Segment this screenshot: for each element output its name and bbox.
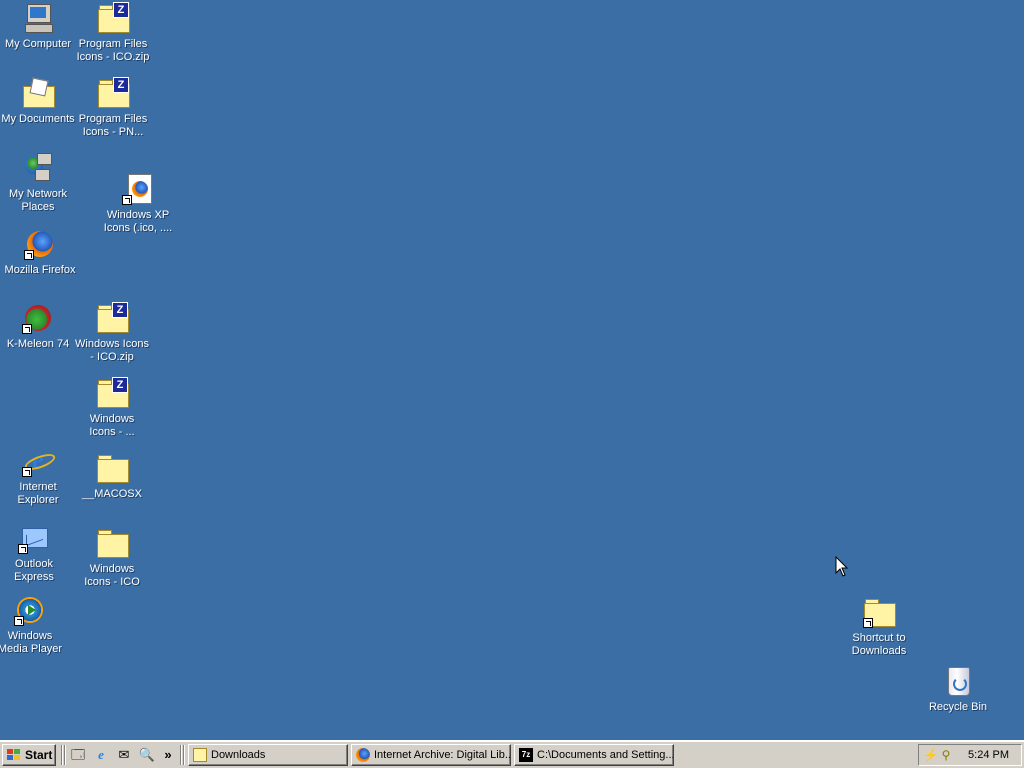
desktop-icon-windows-icons-ico-zip[interactable]: Z Windows Icons - ICO.zip	[74, 302, 150, 364]
desktop-icon-mozilla-firefox[interactable]: Mozilla Firefox	[2, 228, 78, 277]
desktop-icon-program-files-icons-ico-zip[interactable]: Z Program Files Icons - ICO.zip	[75, 2, 151, 64]
documents-icon	[22, 77, 55, 109]
taskbar-separator	[61, 745, 63, 765]
task-label: Internet Archive: Digital Lib...	[374, 749, 511, 761]
zip-folder-icon: Z	[97, 77, 130, 109]
media-player-icon	[14, 594, 46, 626]
taskbar-button-internet-archive[interactable]: Internet Archive: Digital Lib...	[351, 744, 511, 766]
zip-folder-icon: Z	[96, 377, 129, 409]
start-button[interactable]: Start	[2, 744, 56, 766]
start-label: Start	[25, 748, 53, 762]
network-icon	[22, 152, 54, 184]
outlook-icon[interactable]: ✉	[115, 746, 133, 764]
outlook-icon	[18, 522, 50, 554]
icon-label: Outlook Express	[14, 558, 54, 583]
icon-label: Recycle Bin	[928, 701, 988, 713]
taskbar-button-documents-and-settings[interactable]: 7z C:\Documents and Setting...	[514, 744, 674, 766]
shortcut-arrow-icon	[863, 618, 873, 628]
desktop-icon-my-computer[interactable]: My Computer	[0, 2, 76, 51]
icon-label: Shortcut to Downloads	[851, 632, 907, 657]
show-desktop-icon[interactable]: 🗔	[69, 746, 87, 764]
desktop-icon-windows-media-player[interactable]: Windows Media Player	[0, 594, 68, 656]
task-label: C:\Documents and Setting...	[537, 749, 674, 761]
icon-label: Program Files Icons - PN...	[78, 113, 148, 138]
icon-label: My Computer	[4, 38, 72, 50]
taskbar-button-downloads[interactable]: Downloads	[188, 744, 348, 766]
recycle-bin-icon	[942, 665, 974, 697]
taskbar-separator	[183, 745, 185, 765]
system-tray: ⚡ ⚲ 5:24 PM	[918, 744, 1022, 766]
desktop-icon-my-network-places[interactable]: My Network Places	[0, 152, 76, 214]
desktop-icon-outlook-express[interactable]: Outlook Express	[0, 522, 72, 584]
icon-label: My Network Places	[8, 188, 68, 213]
icon-label: K-Meleon 74	[6, 338, 70, 350]
desktop-icon-k-meleon[interactable]: K-Meleon 74	[0, 302, 76, 351]
internet-explorer-icon: e	[22, 445, 54, 477]
clock[interactable]: 5:24 PM	[968, 745, 1009, 765]
icon-label: Windows XP Icons (.ico, ....	[103, 209, 173, 234]
firefox-document-icon	[122, 173, 154, 205]
firefox-icon	[24, 228, 56, 260]
icon-label: Windows Icons - ICO	[84, 563, 140, 588]
desktop-icon-my-documents[interactable]: My Documents	[0, 77, 76, 126]
taskbar: Start 🗔 e ✉ 🔍 » Downloads Internet Archi…	[0, 740, 1024, 768]
7zip-icon: 7z	[519, 748, 533, 762]
icon-label: Windows Icons - ...	[89, 413, 135, 438]
search-tray-icon[interactable]: ⚲	[939, 748, 953, 762]
icon-label: __MACOSX	[82, 488, 142, 500]
icon-label: Internet Explorer	[17, 481, 59, 506]
firefox-icon	[356, 748, 370, 762]
icon-label: Mozilla Firefox	[4, 264, 76, 276]
folder-icon	[96, 527, 129, 559]
taskbar-separator	[64, 745, 66, 765]
desktop-icon-windows-icons[interactable]: Z Windows Icons - ...	[74, 377, 150, 439]
desktop-icon-windows-icons-ico[interactable]: Windows Icons - ICO	[74, 527, 150, 589]
shortcut-arrow-icon	[22, 467, 32, 477]
icon-label: Windows Media Player	[0, 630, 63, 655]
desktop-icon-recycle-bin[interactable]: Recycle Bin	[920, 665, 996, 714]
shortcut-arrow-icon	[24, 250, 34, 260]
folder-icon	[863, 596, 896, 628]
zip-folder-icon: Z	[96, 302, 129, 334]
shortcut-arrow-icon	[122, 195, 132, 205]
search-icon[interactable]: 🔍	[138, 746, 156, 764]
icon-label: Program Files Icons - ICO.zip	[76, 38, 150, 63]
icon-label: My Documents	[1, 113, 75, 125]
shortcut-arrow-icon	[14, 616, 24, 626]
desktop-icon-windows-xp-icons[interactable]: Windows XP Icons (.ico, ....	[100, 173, 176, 235]
desktop-icon-shortcut-to-downloads[interactable]: Shortcut to Downloads	[841, 596, 917, 658]
shortcut-arrow-icon	[22, 324, 32, 334]
windows-logo-icon	[7, 749, 21, 761]
zip-folder-icon: Z	[97, 2, 130, 34]
shortcut-arrow-icon	[18, 544, 28, 554]
desktop-icon-macosx[interactable]: __MACOSX	[74, 452, 150, 501]
taskbar-separator	[180, 745, 182, 765]
network-tray-icon[interactable]: ⚡	[923, 748, 938, 762]
folder-icon	[96, 452, 129, 484]
desktop-icon-internet-explorer[interactable]: e Internet Explorer	[0, 445, 76, 507]
desktop[interactable]: My Computer My Documents My Network Plac…	[0, 0, 1024, 740]
folder-icon	[193, 748, 207, 762]
task-label: Downloads	[211, 749, 266, 761]
ie-icon[interactable]: e	[92, 746, 110, 764]
computer-icon	[22, 2, 54, 34]
mouse-cursor-icon	[835, 555, 849, 583]
icon-label: Windows Icons - ICO.zip	[75, 338, 149, 363]
kmeleon-icon	[22, 302, 54, 334]
chevron-icon[interactable]: »	[162, 746, 174, 764]
desktop-icon-program-files-icons-png[interactable]: Z Program Files Icons - PN...	[75, 77, 151, 139]
